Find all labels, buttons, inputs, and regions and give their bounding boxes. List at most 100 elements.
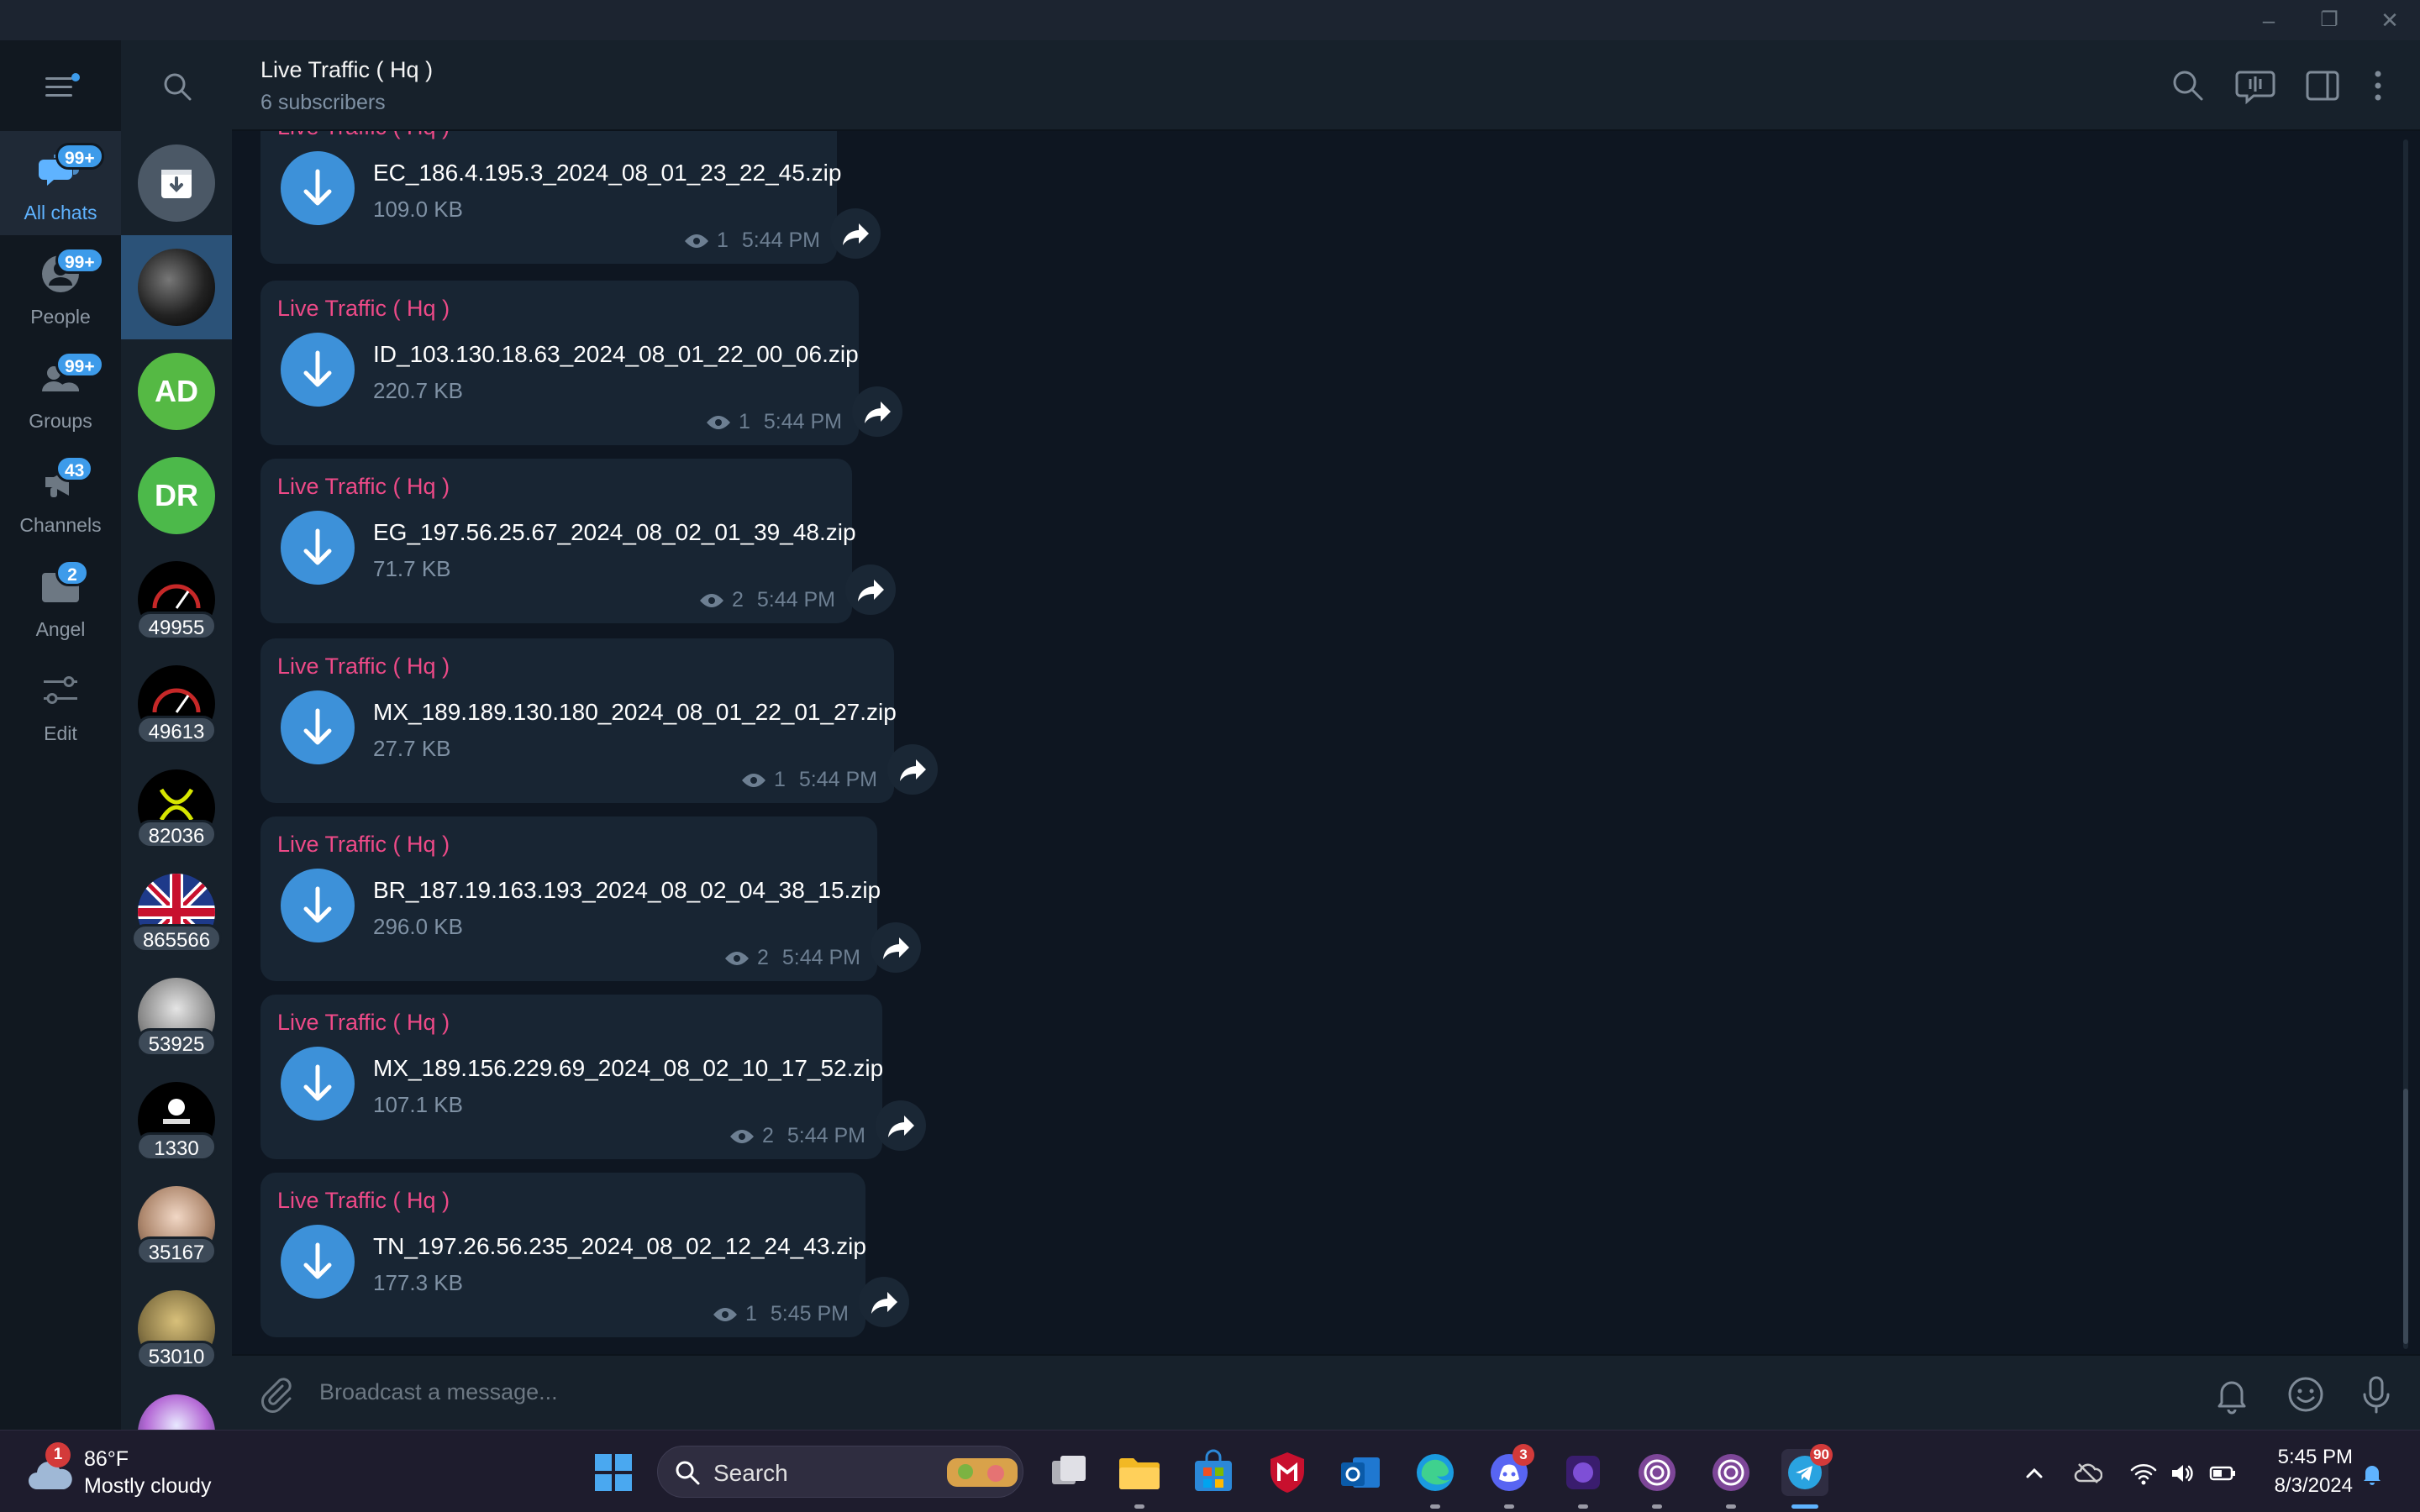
emoji-button[interactable] — [2284, 1373, 2328, 1416]
message-bubble[interactable]: Live Traffic ( Hq ) MX_189.189.130.180_2… — [260, 638, 897, 803]
onedrive-button[interactable] — [2074, 1459, 2103, 1488]
show-hidden-icons-button[interactable] — [2020, 1459, 2049, 1488]
chat-item-selected[interactable] — [121, 235, 232, 339]
restore-button[interactable]: ❐ — [2304, 5, 2354, 35]
file-name[interactable]: EG_197.56.25.67_2024_08_02_01_39_48.zip — [373, 519, 856, 546]
file-name[interactable]: ID_103.130.18.63_2024_08_01_22_00_06.zip — [373, 341, 859, 368]
mcafee-button[interactable] — [1264, 1449, 1311, 1496]
chat-item[interactable]: 49955 — [121, 548, 232, 652]
folder-edit[interactable]: Edit — [0, 652, 121, 756]
message-sender[interactable]: Live Traffic ( Hq ) — [277, 296, 450, 322]
forward-button[interactable] — [871, 922, 921, 973]
chat-search-button[interactable] — [121, 40, 232, 131]
microsoft-store-button[interactable] — [1190, 1449, 1237, 1496]
download-button[interactable] — [281, 690, 355, 764]
taskbar-clock-date[interactable]: 8/3/2024 — [2235, 1474, 2353, 1498]
message-bubble[interactable]: Live Traffic ( Hq ) BR_187.19.163.193_20… — [260, 816, 881, 981]
chat-item[interactable] — [121, 1381, 232, 1430]
forward-button[interactable] — [830, 208, 881, 259]
message-bubble[interactable]: Live Traffic ( Hq ) MX_189.156.229.69_20… — [260, 995, 883, 1159]
download-button[interactable] — [281, 1047, 355, 1121]
close-button[interactable]: ✕ — [2365, 5, 2415, 35]
message-bubble[interactable]: Live Traffic ( Hq ) EG_197.56.25.67_2024… — [260, 459, 856, 623]
file-name[interactable]: MX_189.156.229.69_2024_08_02_10_17_52.zi… — [373, 1055, 883, 1082]
message-sender[interactable]: Live Traffic ( Hq ) — [277, 1188, 450, 1214]
outlook-button[interactable] — [1338, 1449, 1385, 1496]
download-button[interactable] — [281, 333, 355, 407]
taskbar-clock-time[interactable]: 5:45 PM — [2235, 1446, 2353, 1469]
chat-item-archive[interactable] — [121, 131, 232, 235]
task-view-button[interactable] — [1045, 1449, 1092, 1496]
download-button[interactable] — [281, 151, 355, 225]
main-menu-button[interactable] — [0, 40, 121, 131]
message-bubble[interactable]: Live Traffic ( Hq ) EC_186.4.195.3_2024_… — [260, 131, 841, 264]
chat-item[interactable]: 865566 — [121, 860, 232, 964]
file-name[interactable]: EC_186.4.195.3_2024_08_01_23_22_45.zip — [373, 160, 841, 186]
forward-button[interactable] — [876, 1100, 926, 1151]
tor-browser-button[interactable] — [1560, 1449, 1607, 1496]
scrollbar-thumb[interactable] — [2403, 1089, 2408, 1344]
forward-button[interactable] — [845, 564, 896, 615]
message-sender[interactable]: Live Traffic ( Hq ) — [277, 832, 450, 858]
start-button[interactable] — [590, 1449, 637, 1496]
live-stream-button[interactable] — [2233, 64, 2277, 108]
folder-angel[interactable]: 2 Angel — [0, 548, 121, 652]
forward-button[interactable] — [852, 386, 902, 437]
tor-browser-button-2[interactable] — [1634, 1449, 1681, 1496]
chat-header: Live Traffic ( Hq ) 6 subscribers — [232, 40, 2420, 131]
folder-groups[interactable]: 99+ Groups — [0, 339, 121, 444]
notifications-button[interactable] — [2358, 1459, 2386, 1488]
broadcast-message-input[interactable]: Broadcast a message... — [319, 1379, 558, 1405]
weather-widget[interactable]: 1 86°F Mostly cloudy — [25, 1442, 244, 1503]
avatar-initials: AD — [155, 374, 198, 408]
download-button[interactable] — [281, 1225, 355, 1299]
toggle-sidebar-button[interactable] — [2301, 64, 2344, 108]
volume-button[interactable] — [2168, 1459, 2196, 1488]
store-icon — [1195, 1449, 1232, 1491]
download-button[interactable] — [281, 869, 355, 942]
chat-item[interactable]: 82036 — [121, 756, 232, 860]
chat-item[interactable]: DR — [121, 444, 232, 548]
folder-channels[interactable]: 43 Channels — [0, 444, 121, 548]
message-bubble[interactable]: Live Traffic ( Hq ) ID_103.130.18.63_202… — [260, 281, 859, 445]
channel-title[interactable]: Live Traffic ( Hq ) — [260, 57, 433, 83]
more-options-button[interactable] — [2363, 64, 2393, 108]
tor-icon — [1566, 1456, 1600, 1489]
chat-item[interactable]: AD — [121, 339, 232, 444]
battery-button[interactable] — [2208, 1459, 2237, 1488]
file-name[interactable]: BR_187.19.163.193_2024_08_02_04_38_15.zi… — [373, 877, 881, 904]
folder-label: All chats — [24, 202, 97, 223]
message-bubble[interactable]: Live Traffic ( Hq ) TN_197.26.56.235_202… — [260, 1173, 866, 1337]
folder-people[interactable]: 99+ People — [0, 235, 121, 339]
chat-item[interactable]: 49613 — [121, 652, 232, 756]
message-sender[interactable]: Live Traffic ( Hq ) — [277, 654, 450, 680]
voice-message-button[interactable] — [2354, 1373, 2398, 1416]
minimize-button[interactable]: – — [2244, 5, 2294, 35]
more-vertical-icon — [2375, 71, 2381, 101]
search-icon — [164, 73, 192, 101]
download-arrow-icon — [303, 1064, 332, 1101]
attach-button[interactable] — [254, 1373, 297, 1416]
message-sender[interactable]: Live Traffic ( Hq ) — [277, 1010, 450, 1036]
scrollbar-track[interactable] — [2403, 139, 2408, 1349]
chat-item[interactable]: 53010 — [121, 1277, 232, 1381]
tor-browser-button-3[interactable] — [1707, 1449, 1754, 1496]
chat-item[interactable]: 53925 — [121, 964, 232, 1068]
forward-button[interactable] — [887, 744, 938, 795]
edge-button[interactable] — [1412, 1449, 1459, 1496]
wifi-button[interactable] — [2129, 1459, 2158, 1488]
file-name[interactable]: MX_189.189.130.180_2024_08_01_22_01_27.z… — [373, 699, 897, 726]
file-name[interactable]: TN_197.26.56.235_2024_08_02_12_24_43.zip — [373, 1233, 866, 1260]
taskbar-search[interactable]: Search — [657, 1446, 1023, 1498]
message-sender[interactable]: Live Traffic ( Hq ) — [277, 131, 450, 140]
file-explorer-button[interactable] — [1116, 1449, 1163, 1496]
forward-button[interactable] — [859, 1277, 909, 1327]
message-sender[interactable]: Live Traffic ( Hq ) — [277, 474, 450, 500]
download-button[interactable] — [281, 511, 355, 585]
chat-item[interactable]: 35167 — [121, 1173, 232, 1277]
chat-item[interactable]: 1330 — [121, 1068, 232, 1173]
folder-all-chats[interactable]: 99+ All chats — [0, 131, 121, 235]
header-search-button[interactable] — [2166, 64, 2210, 108]
silent-broadcast-button[interactable] — [2210, 1373, 2254, 1416]
discord-notification-badge: 3 — [1512, 1444, 1534, 1466]
